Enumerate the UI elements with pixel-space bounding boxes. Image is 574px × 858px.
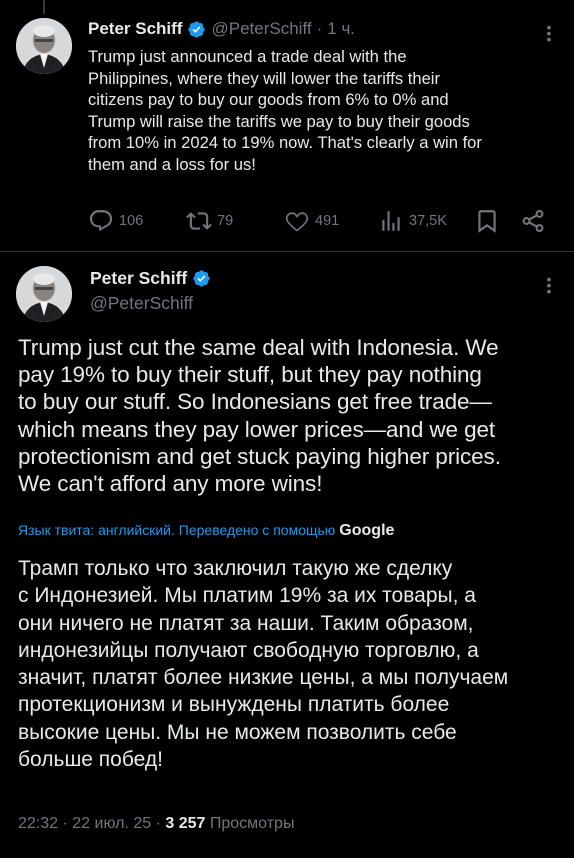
tweet-header: Peter Schiff @PeterSchiff · 1 ч. bbox=[88, 19, 355, 39]
translated-text: Трамп только что заключил такую же сделк… bbox=[18, 557, 509, 772]
repost-count: 79 bbox=[217, 213, 234, 229]
bookmark-button[interactable] bbox=[474, 208, 500, 234]
tweet-1[interactable]: Peter Schiff @PeterSchiff · 1 ч. • • • Tru… bbox=[0, 0, 574, 252]
repost-button[interactable]: 79 bbox=[186, 208, 233, 234]
reply-button[interactable]: 106 bbox=[88, 208, 143, 234]
author-name[interactable]: Peter Schiff bbox=[90, 268, 187, 289]
reply-count: 106 bbox=[119, 213, 144, 229]
views-icon bbox=[382, 211, 400, 231]
author-handle[interactable]: @PeterSchiff bbox=[211, 19, 311, 39]
tweet-time[interactable]: 22:32 bbox=[18, 815, 58, 832]
author-name[interactable]: Peter Schiff bbox=[88, 19, 182, 39]
verified-badge-icon bbox=[187, 20, 206, 39]
verified-badge-icon bbox=[192, 269, 211, 288]
bookmark-icon bbox=[478, 210, 496, 233]
separator: · bbox=[155, 815, 161, 832]
like-icon bbox=[285, 212, 309, 232]
tweet-text: Trump just announced a trade deal with t… bbox=[88, 47, 482, 174]
views-button[interactable]: 37,5K bbox=[378, 208, 447, 234]
share-icon bbox=[522, 210, 544, 232]
avatar[interactable] bbox=[16, 18, 72, 74]
tweet-meta: 22:32 · 22 июл. 25 · 3 257 Просмотры bbox=[18, 815, 294, 833]
views-label: Просмотры bbox=[209, 815, 295, 832]
separator: · bbox=[62, 815, 68, 832]
avatar[interactable] bbox=[16, 266, 72, 322]
translation-label: Язык твита: английский. Переведено с пом… bbox=[18, 522, 336, 538]
separator: · bbox=[316, 19, 323, 38]
more-icon[interactable]: • • • bbox=[546, 272, 552, 298]
translation-note[interactable]: Язык твита: английский. Переведено с пом… bbox=[18, 522, 394, 540]
action-bar: 106 79 491 37,5K bbox=[88, 206, 550, 234]
tweet-header: Peter Schiff @PeterSchiff bbox=[90, 268, 211, 314]
views-count: 37,5K bbox=[409, 213, 447, 229]
repost-icon bbox=[186, 212, 212, 230]
reply-icon bbox=[89, 210, 113, 232]
timestamp[interactable]: 1 ч. bbox=[327, 19, 355, 39]
more-icon[interactable]: • • • bbox=[546, 20, 552, 46]
tweet-date[interactable]: 22 июл. 25 bbox=[72, 815, 151, 832]
share-button[interactable] bbox=[520, 208, 546, 234]
views-count: 3 257 bbox=[165, 815, 206, 832]
author-handle[interactable]: @PeterSchiff bbox=[90, 293, 211, 314]
google-logo: Google bbox=[339, 522, 395, 539]
thread-line bbox=[43, 0, 45, 14]
like-button[interactable]: 491 bbox=[284, 208, 339, 234]
like-count: 491 bbox=[315, 213, 340, 229]
tweet-text: Trump just cut the same deal with Indone… bbox=[18, 335, 501, 497]
